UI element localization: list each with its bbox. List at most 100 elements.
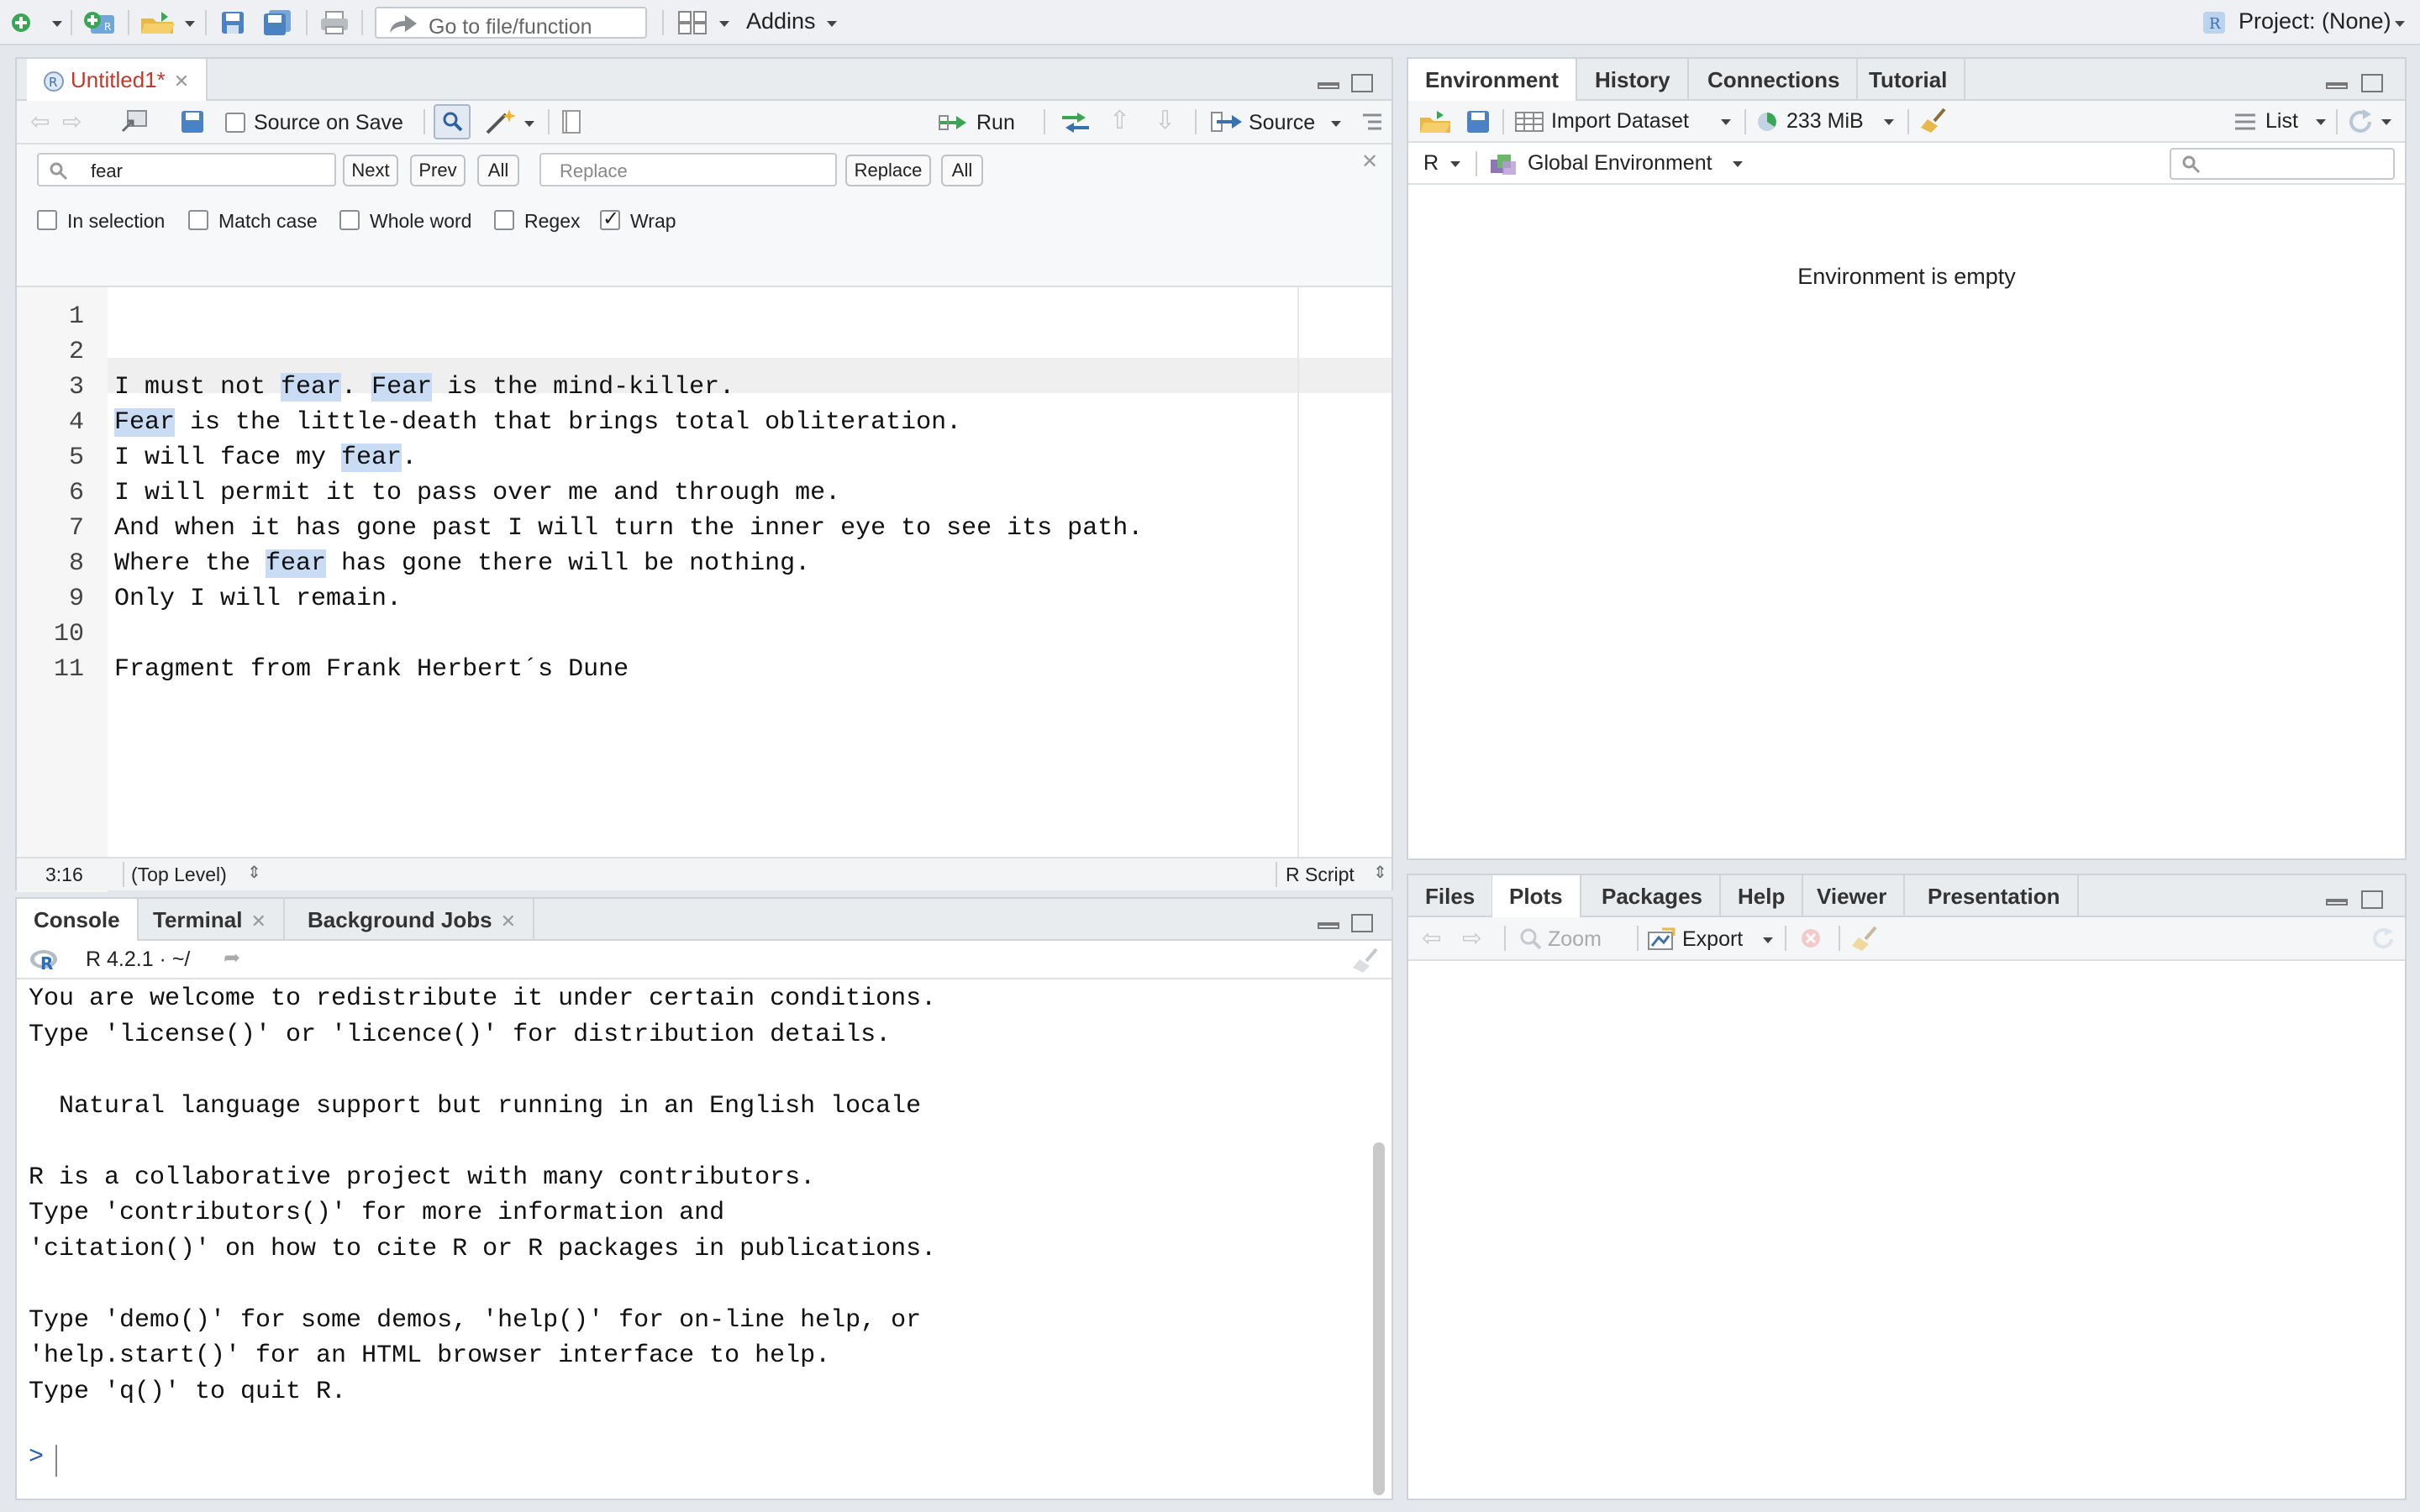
replace-input[interactable]: Replace (539, 153, 837, 186)
open-file-dropdown-caret[interactable] (185, 21, 195, 27)
find-next-button[interactable]: Next (343, 155, 398, 186)
code-tools-dropdown-caret[interactable] (524, 121, 534, 127)
maximize-console-icon[interactable] (1351, 914, 1373, 932)
clear-console-broom-icon[interactable] (1351, 948, 1381, 973)
code-line[interactable]: Fear is the little-death that brings tot… (114, 408, 961, 437)
tab-plots[interactable]: Plots (1492, 875, 1581, 919)
rerun-icon[interactable] (1059, 111, 1092, 134)
scope-selector[interactable]: (Top Level) (131, 864, 227, 886)
addins-menu[interactable]: Addins (746, 8, 816, 34)
code-tools-wand-icon[interactable] (484, 108, 518, 136)
document-outline-icon[interactable] (1361, 113, 1383, 131)
code-line[interactable]: I will face my fear. (114, 444, 417, 472)
close-terminal-icon[interactable]: ✕ (250, 911, 266, 932)
find-input[interactable]: fear (37, 153, 336, 186)
clear-workspace-broom-icon[interactable] (1919, 108, 1948, 134)
source-dropdown-caret[interactable] (1331, 121, 1341, 127)
code-line[interactable]: I will permit it to pass over me and thr… (114, 479, 840, 507)
code-line[interactable]: And when it has gone past I will turn th… (114, 514, 1143, 543)
tab-environment[interactable]: Environment (1408, 59, 1577, 102)
remove-plot-icon[interactable] (1800, 927, 1822, 949)
forward-arrow-icon[interactable]: ⇨ (62, 108, 82, 135)
environment-search-input[interactable] (2170, 148, 2395, 180)
view-mode-dropdown-caret[interactable] (2316, 119, 2326, 125)
view-mode-selector[interactable]: List (2265, 109, 2298, 134)
open-file-icon[interactable] (139, 10, 176, 35)
clear-plots-broom-icon[interactable] (1850, 926, 1879, 953)
tab-presentation[interactable]: Presentation (1911, 875, 2079, 917)
code-line[interactable]: Only I will remain. (114, 585, 402, 613)
tab-console[interactable]: Console (17, 899, 139, 942)
source-on-save-checkbox[interactable] (225, 113, 245, 133)
save-icon[interactable] (220, 10, 245, 35)
zoom-button[interactable]: Zoom (1548, 927, 1602, 952)
new-file-dropdown-caret[interactable] (52, 21, 62, 27)
save-all-icon[interactable] (262, 10, 292, 35)
go-to-file-function-input[interactable]: Go to file/function (375, 7, 647, 39)
tab-history[interactable]: History (1578, 59, 1689, 101)
tab-connections[interactable]: Connections (1691, 59, 1859, 101)
minimize-files-icon[interactable] (2326, 899, 2348, 906)
code-line[interactable]: Fragment from Frank Herbert´s Dune (114, 655, 629, 684)
find-all-button[interactable]: All (477, 155, 519, 186)
save-workspace-icon[interactable] (1465, 109, 1491, 134)
code-line[interactable]: I must not fear. Fear is the mind-killer… (114, 373, 734, 402)
close-find-bar-icon[interactable]: ✕ (1361, 150, 1378, 174)
console-prompt[interactable]: > (29, 1443, 44, 1472)
show-in-window-icon[interactable] (121, 109, 148, 134)
minimize-pane-icon[interactable] (1318, 82, 1339, 89)
wrap-checkbox[interactable]: ✓ (600, 207, 620, 230)
environment-scope-selector[interactable]: Global Environment (1528, 151, 1712, 176)
file-type-updown-icon[interactable]: ⇕ (1373, 862, 1387, 883)
back-arrow-icon[interactable]: ⇦ (30, 108, 50, 135)
memory-usage-button[interactable]: 233 MiB (1786, 109, 1864, 134)
language-selector[interactable]: R (1423, 151, 1439, 176)
minimize-console-icon[interactable] (1318, 922, 1339, 929)
maximize-environment-icon[interactable] (2361, 74, 2383, 92)
go-to-next-section-icon[interactable]: ⇩ (1155, 106, 1176, 135)
refresh-icon[interactable] (2348, 109, 2375, 134)
tab-packages[interactable]: Packages (1585, 875, 1721, 917)
language-dropdown-caret[interactable] (1450, 161, 1460, 167)
load-workspace-icon[interactable] (1418, 109, 1452, 134)
tab-viewer[interactable]: Viewer (1800, 875, 1906, 917)
project-dropdown-caret[interactable] (2395, 21, 2405, 27)
scope-updown-icon[interactable]: ⇕ (247, 862, 261, 883)
regex-checkbox[interactable] (494, 210, 514, 230)
code-line[interactable]: Where the fear has gone there will be no… (114, 549, 810, 578)
project-menu[interactable]: Project: (None) (2238, 8, 2391, 34)
tab-help[interactable]: Help (1721, 875, 1804, 917)
match-case-checkbox[interactable] (188, 210, 208, 230)
minimize-environment-icon[interactable] (2326, 82, 2348, 89)
memory-dropdown-caret[interactable] (1884, 119, 1894, 125)
in-selection-checkbox[interactable] (37, 210, 57, 230)
previous-plot-icon[interactable]: ⇦ (1422, 924, 1441, 952)
close-background-jobs-icon[interactable]: ✕ (501, 911, 516, 932)
run-button[interactable]: Run (976, 111, 1015, 135)
source-button[interactable]: Source (1249, 111, 1315, 135)
go-to-directory-icon[interactable]: ➦ (224, 946, 240, 970)
new-file-icon[interactable] (8, 10, 34, 35)
find-replace-toggle[interactable] (434, 104, 471, 139)
tab-tutorial[interactable]: Tutorial (1852, 59, 1966, 101)
maximize-pane-icon[interactable] (1351, 74, 1373, 92)
new-project-icon[interactable]: R (82, 10, 118, 35)
console-scrollbar[interactable] (1373, 1142, 1385, 1495)
source-arrow-icon[interactable] (1210, 111, 1244, 133)
close-tab-icon[interactable]: ✕ (174, 71, 189, 92)
find-prev-button[interactable]: Prev (410, 155, 466, 186)
refresh-dropdown-caret[interactable] (2381, 119, 2391, 125)
go-to-previous-section-icon[interactable]: ⇧ (1109, 106, 1130, 135)
run-arrow-icon[interactable] (938, 113, 971, 133)
tab-terminal[interactable]: Terminal ✕ (136, 899, 285, 941)
tab-untitled1[interactable]: R Untitled1* ✕ (27, 59, 208, 102)
refresh-plot-icon[interactable] (2371, 927, 2396, 951)
environment-scope-dropdown-caret[interactable] (1733, 161, 1743, 167)
export-button[interactable]: Export (1682, 927, 1743, 952)
compile-notebook-icon[interactable] (561, 109, 581, 134)
file-type-selector[interactable]: R Script (1286, 864, 1355, 886)
maximize-files-icon[interactable] (2361, 890, 2383, 909)
replace-button[interactable]: Replace (845, 155, 931, 186)
export-dropdown-caret[interactable] (1763, 937, 1773, 943)
whole-word-checkbox[interactable] (339, 210, 360, 230)
